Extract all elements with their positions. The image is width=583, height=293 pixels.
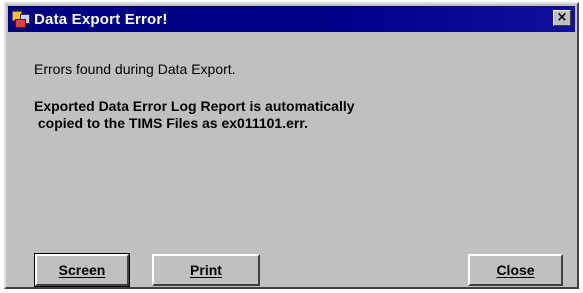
close-button[interactable]: Close xyxy=(468,254,563,286)
error-summary-text: Errors found during Data Export. xyxy=(34,61,236,77)
window-title: Data Export Error! xyxy=(34,10,168,28)
dialog-window: Data Export Error! × Errors found during… xyxy=(4,2,579,289)
screen-button[interactable]: Screen xyxy=(34,253,130,287)
close-window-icon[interactable]: × xyxy=(553,10,571,26)
error-detail-text: Exported Data Error Log Report is automa… xyxy=(34,98,355,131)
title-bar[interactable]: Data Export Error! × xyxy=(8,6,575,32)
app-icon[interactable] xyxy=(12,10,30,28)
print-button[interactable]: Print xyxy=(152,254,260,286)
